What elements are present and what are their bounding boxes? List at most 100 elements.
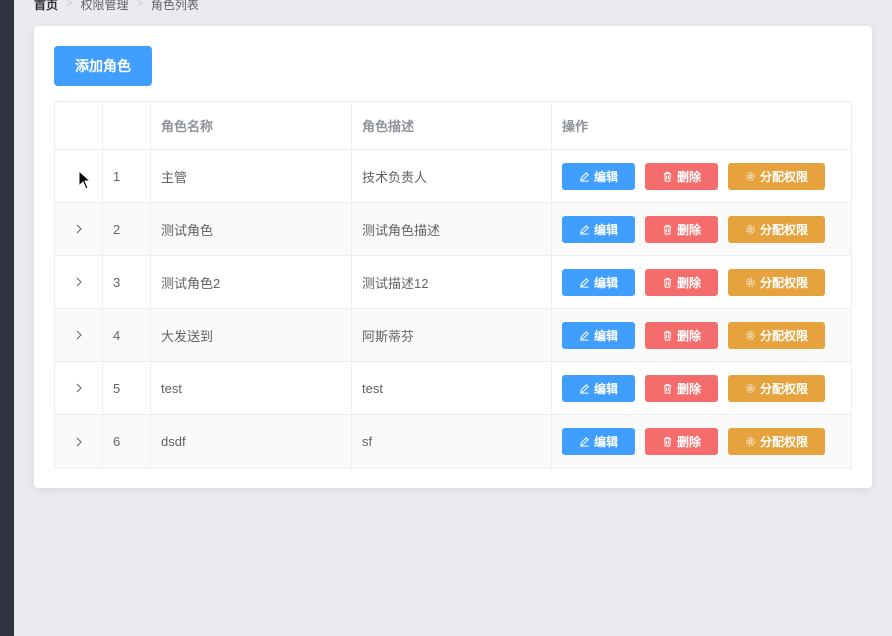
chevron-right-icon[interactable] bbox=[72, 435, 86, 449]
assign-permission-button[interactable]: 分配权限 bbox=[728, 215, 825, 243]
row-index: 1 bbox=[103, 150, 151, 202]
breadcrumb-level2: 角色列表 bbox=[150, 0, 199, 12]
table-row: 5 test test 编辑 删除 分配权限 bbox=[55, 362, 851, 415]
row-operations: 编辑 删除 分配权限 bbox=[552, 415, 851, 468]
role-desc: 阿斯蒂芬 bbox=[352, 309, 552, 361]
assign-permission-button[interactable]: 分配权限 bbox=[728, 162, 825, 190]
header-expand bbox=[55, 102, 103, 149]
assign-label: 分配权限 bbox=[759, 435, 808, 449]
expand-cell bbox=[55, 415, 103, 468]
delete-label: 删除 bbox=[676, 169, 701, 184]
header-role-name: 角色名称 bbox=[151, 102, 352, 149]
delete-label: 删除 bbox=[676, 381, 701, 396]
edit-label: 编辑 bbox=[593, 169, 618, 184]
row-operations: 编辑 删除 分配权限 bbox=[552, 256, 851, 308]
assign-permission-button[interactable]: 分配权限 bbox=[728, 374, 825, 402]
edit-icon bbox=[580, 330, 589, 341]
assign-label: 分配权限 bbox=[759, 381, 808, 396]
header-role-desc: 角色描述 bbox=[352, 102, 552, 149]
header-index bbox=[103, 102, 151, 149]
delete-label: 删除 bbox=[676, 328, 701, 343]
role-name: 测试角色2 bbox=[151, 256, 352, 308]
row-index: 5 bbox=[103, 362, 151, 414]
add-role-button[interactable]: 添加角色 bbox=[54, 46, 152, 86]
edit-icon bbox=[580, 437, 589, 447]
delete-label: 删除 bbox=[676, 435, 701, 449]
roles-table: 角色名称 角色描述 操作 1 主管 技术负责人 编辑 删除 分配权限 2 测试角… bbox=[54, 101, 852, 469]
delete-button[interactable]: 删除 bbox=[645, 321, 718, 349]
delete-icon bbox=[663, 224, 672, 235]
table-row: 3 测试角色2 测试描述12 编辑 删除 分配权限 bbox=[55, 256, 851, 309]
table-row: 4 大发送到 阿斯蒂芬 编辑 删除 分配权限 bbox=[55, 309, 851, 362]
row-index: 4 bbox=[103, 309, 151, 361]
assign-label: 分配权限 bbox=[759, 328, 808, 343]
gear-icon bbox=[746, 437, 755, 446]
delete-icon bbox=[663, 383, 672, 394]
role-name: test bbox=[151, 362, 352, 414]
role-desc: 测试角色描述 bbox=[352, 203, 552, 255]
assign-label: 分配权限 bbox=[759, 169, 808, 184]
edit-icon bbox=[580, 171, 589, 182]
edit-button[interactable]: 编辑 bbox=[562, 321, 635, 349]
role-desc: 技术负责人 bbox=[352, 150, 552, 202]
assign-label: 分配权限 bbox=[759, 275, 808, 290]
row-index: 6 bbox=[103, 415, 151, 468]
role-desc: 测试描述12 bbox=[352, 256, 552, 308]
header-operations: 操作 bbox=[562, 119, 589, 134]
delete-button[interactable]: 删除 bbox=[645, 215, 718, 243]
assign-permission-button[interactable]: 分配权限 bbox=[728, 268, 825, 296]
gear-icon bbox=[746, 277, 755, 287]
assign-permission-button[interactable]: 分配权限 bbox=[728, 321, 825, 349]
main-area: 首页 > 权限管理 > 角色列表 添加角色 角色名称 角色描述 操作 1 主管 … bbox=[14, 0, 892, 636]
delete-icon bbox=[663, 330, 672, 341]
roles-card: 添加角色 角色名称 角色描述 操作 1 主管 技术负责人 编辑 删除 分配权限 … bbox=[34, 26, 872, 488]
role-name: 主管 bbox=[151, 150, 352, 202]
delete-button[interactable]: 删除 bbox=[645, 374, 718, 402]
edit-label: 编辑 bbox=[593, 381, 618, 396]
assign-permission-button[interactable]: 分配权限 bbox=[728, 428, 825, 455]
edit-icon bbox=[580, 224, 589, 235]
table-row: 2 测试角色 测试角色描述 编辑 删除 分配权限 bbox=[55, 203, 851, 256]
breadcrumb-level1: 权限管理 bbox=[80, 0, 129, 12]
edit-button[interactable]: 编辑 bbox=[562, 374, 635, 402]
delete-icon bbox=[663, 171, 672, 182]
delete-button[interactable]: 删除 bbox=[645, 162, 718, 190]
edit-icon bbox=[580, 277, 589, 288]
table-header-row: 角色名称 角色描述 操作 bbox=[55, 102, 851, 150]
breadcrumb-home[interactable]: 首页 bbox=[34, 0, 58, 13]
role-desc: sf bbox=[352, 415, 552, 468]
chevron-right-icon[interactable] bbox=[72, 328, 86, 342]
edit-label: 编辑 bbox=[593, 275, 618, 290]
delete-label: 删除 bbox=[676, 222, 701, 237]
breadcrumb: 首页 > 权限管理 > 角色列表 bbox=[34, 0, 199, 12]
role-name: dsdf bbox=[151, 415, 352, 468]
row-index: 3 bbox=[103, 256, 151, 308]
delete-button[interactable]: 删除 bbox=[645, 268, 718, 296]
sidebar-edge bbox=[0, 0, 14, 636]
expand-cell bbox=[55, 203, 103, 255]
edit-button[interactable]: 编辑 bbox=[562, 215, 635, 243]
delete-label: 删除 bbox=[676, 275, 701, 290]
gear-icon bbox=[746, 330, 755, 340]
assign-label: 分配权限 bbox=[759, 222, 808, 237]
chevron-right-icon[interactable] bbox=[72, 381, 86, 395]
breadcrumb-separator-icon: > bbox=[136, 0, 143, 10]
edit-button[interactable]: 编辑 bbox=[562, 268, 635, 296]
row-operations: 编辑 删除 分配权限 bbox=[552, 362, 851, 414]
edit-icon bbox=[580, 383, 589, 394]
chevron-right-icon[interactable] bbox=[72, 275, 86, 289]
expand-cell bbox=[55, 362, 103, 414]
edit-label: 编辑 bbox=[593, 435, 618, 449]
delete-button[interactable]: 删除 bbox=[645, 428, 718, 455]
table-row: 6 dsdf sf 编辑 删除 分配权限 bbox=[55, 415, 851, 468]
edit-button[interactable]: 编辑 bbox=[562, 428, 635, 455]
table-row: 1 主管 技术负责人 编辑 删除 分配权限 bbox=[55, 150, 851, 203]
gear-icon bbox=[746, 171, 755, 181]
edit-button[interactable]: 编辑 bbox=[562, 162, 635, 190]
gear-icon bbox=[746, 383, 755, 393]
breadcrumb-separator-icon: > bbox=[66, 0, 73, 10]
row-operations: 编辑 删除 分配权限 bbox=[552, 203, 851, 255]
chevron-right-icon[interactable] bbox=[72, 222, 86, 236]
role-name: 大发送到 bbox=[151, 309, 352, 361]
expand-cell bbox=[55, 309, 103, 361]
